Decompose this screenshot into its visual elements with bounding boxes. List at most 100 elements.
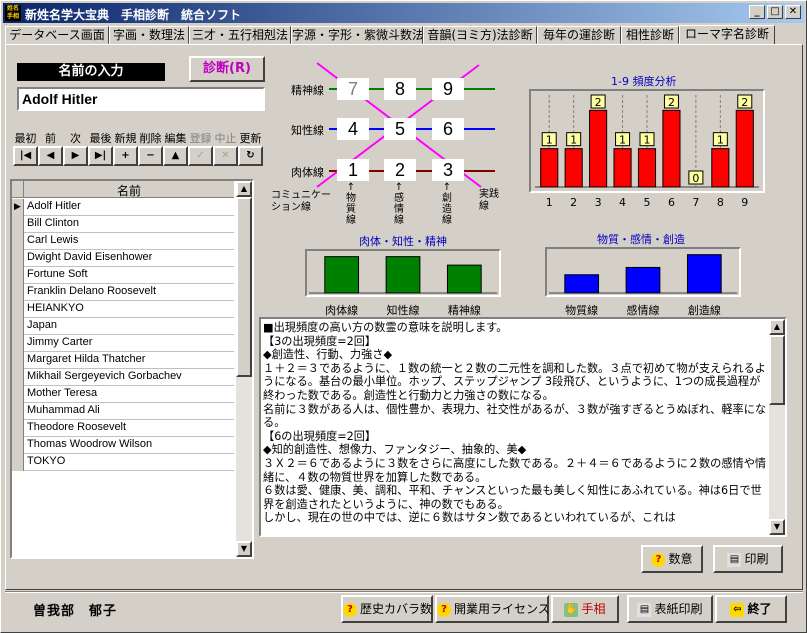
list-item-label: HEIANKYO — [27, 302, 84, 314]
tab-database[interactable]: データベース画面 — [5, 26, 109, 44]
bar — [711, 148, 730, 188]
list-item[interactable]: Fortune Soft — [12, 267, 234, 284]
x-tick-label: 2 — [570, 196, 578, 209]
x-tick-label: 8 — [716, 196, 724, 209]
row-indicator — [12, 318, 24, 335]
cover-print-button[interactable]: ▤ 表紙印刷 — [627, 595, 713, 623]
diagnose-button[interactable]: 診断(R) — [189, 56, 265, 82]
text-line: ■出現頻度の高い方の数霊の意味を説明します。 — [263, 321, 508, 334]
new-record-button[interactable]: + — [113, 146, 138, 166]
list-item-label: Dwight David Eisenhower — [27, 251, 153, 263]
scroll-thumb[interactable] — [236, 197, 252, 377]
row-indicator — [12, 216, 24, 233]
list-scrollbar[interactable]: ▲ ▼ — [236, 181, 252, 557]
tab-sansai[interactable]: 三才・五行相剋法 — [189, 26, 291, 44]
freq-chart-plot: 1 1 2 1 1 2 0 1 2 — [535, 94, 759, 188]
list-item[interactable]: Theodore Roosevelt — [12, 420, 234, 437]
list-item[interactable]: Bill Clinton — [12, 216, 234, 233]
minimize-button[interactable]: _ — [749, 5, 765, 19]
row-indicator — [12, 403, 24, 420]
prev-record-button[interactable]: ◀ — [38, 146, 63, 166]
palm-button[interactable]: ✋ 手相 — [551, 595, 619, 623]
scroll-down-icon[interactable]: ▼ — [236, 541, 252, 557]
data-label: 1 — [619, 134, 626, 147]
list-item-label: Adolf Hitler — [27, 200, 81, 212]
list-item[interactable]: ▶ Adolf Hitler — [12, 199, 234, 216]
printer-icon: ▤ — [727, 552, 742, 567]
license-button[interactable]: ? 開業用ライセンス — [435, 595, 550, 623]
maximize-button[interactable]: □ — [767, 5, 783, 19]
palm-icon: ✋ — [564, 602, 579, 617]
tab-stroke[interactable]: 字画・数理法 — [109, 26, 189, 44]
nav-labels: 最初 前 次 最後 新規 削除 編集 登録 中止 更新 — [13, 130, 265, 146]
row-indicator — [12, 284, 24, 301]
meaning-text-area[interactable]: ■出現頻度の高い方の数霊の意味を説明します。 【3の出現頻度=2回】 ◆創造性、… — [259, 317, 787, 537]
bar — [735, 109, 754, 188]
grid-cell-5: 5 — [384, 118, 416, 140]
tab-romaji[interactable]: ローマ字名診断 — [679, 25, 775, 45]
list-item[interactable]: TOKYO — [12, 454, 234, 471]
tab-jigen[interactable]: 字源・字形・紫微斗数法 — [291, 26, 423, 44]
list-item[interactable]: Mother Teresa — [12, 386, 234, 403]
list-item[interactable]: Jimmy Carter — [12, 335, 234, 352]
grid-cell-9: 9 — [432, 78, 464, 100]
last-record-button[interactable]: ▶| — [88, 146, 113, 166]
list-item[interactable]: HEIANKYO — [12, 301, 234, 318]
x-tick-label: 4 — [619, 196, 627, 209]
freq-chart-title: 1-9 頻度分析 — [611, 75, 677, 88]
help-icon: ? — [437, 602, 451, 617]
register-record-button[interactable]: ✓ — [188, 146, 213, 166]
print-button[interactable]: ▤ 印刷 — [713, 545, 783, 573]
name-input-label: 名前の入力 — [17, 63, 165, 81]
meaning-text: ■出現頻度の高い方の数霊の意味を説明します。 【3の出現頻度=2回】 ◆創造性、… — [263, 321, 767, 533]
bar — [564, 148, 583, 188]
list-item[interactable]: Mikhail Sergeyevich Gorbachev — [12, 369, 234, 386]
name-input[interactable]: Adolf Hitler — [17, 87, 265, 111]
list-item[interactable]: Franklin Delano Roosevelt — [12, 284, 234, 301]
data-label: 2 — [668, 96, 675, 109]
history-kabbalah-button[interactable]: ? 歴史カバラ数 — [341, 595, 433, 623]
list-item-label: Margaret Hilda Thatcher — [27, 353, 146, 365]
tab-yearly[interactable]: 毎年の運診断 — [537, 26, 621, 44]
refresh-record-button[interactable]: ↻ — [238, 146, 263, 166]
list-item-label: Japan — [27, 319, 57, 331]
list-item[interactable]: Thomas Woodrow Wilson — [12, 437, 234, 454]
x-tick-label: 物質線 — [565, 304, 599, 317]
list-item[interactable]: Carl Lewis — [12, 233, 234, 250]
palm-button-label: 手相 — [581, 602, 606, 616]
list-item[interactable]: Dwight David Eisenhower — [12, 250, 234, 267]
exit-button[interactable]: ⇦ 終了 — [715, 595, 787, 623]
close-button[interactable]: ✕ — [785, 5, 801, 19]
row-indicator — [12, 352, 24, 369]
material-chart-x-axis: 物質線 感情線 創造線 — [545, 302, 741, 317]
data-label: 1 — [546, 134, 553, 147]
cancel-record-button[interactable]: ✕ — [213, 146, 238, 166]
delete-record-button[interactable]: − — [138, 146, 163, 166]
next-record-button[interactable]: ▶ — [63, 146, 88, 166]
nav-label-register: 登録 — [189, 132, 212, 145]
list-item[interactable]: Margaret Hilda Thatcher — [12, 352, 234, 369]
tab-compat[interactable]: 相性診断 — [621, 26, 679, 44]
help-icon: ? — [651, 552, 666, 567]
edit-record-button[interactable]: ▲ — [163, 146, 188, 166]
first-record-button[interactable]: |◀ — [13, 146, 38, 166]
tab-onin[interactable]: 音韻(ヨミ方)法診断 — [423, 26, 537, 44]
meaning-button[interactable]: ? 数意 — [641, 545, 703, 573]
data-label: 2 — [595, 96, 602, 109]
text-scroll-thumb[interactable] — [769, 335, 785, 405]
meaning-button-label: 数意 — [668, 552, 693, 566]
number-grid: 精神線 知性線 肉体線 7 8 9 4 5 6 1 2 3 コミュニケーション線… — [269, 59, 519, 226]
license-button-label: 開業用ライセンス — [454, 602, 550, 616]
list-item-label: Thomas Woodrow Wilson — [27, 438, 153, 450]
intellect-line-label: 知性線 — [291, 124, 324, 137]
list-item[interactable]: Muhammad Ali — [12, 403, 234, 420]
grid-cell-8: 8 — [384, 78, 416, 100]
scroll-up-icon[interactable]: ▲ — [236, 181, 252, 197]
text-scroll-down-icon[interactable]: ▼ — [769, 519, 785, 535]
text-scrollbar[interactable]: ▲ ▼ — [769, 319, 785, 535]
name-list[interactable]: 名前 ▶ Adolf Hitler Bill Clinton Carl Lewis Dw… — [10, 179, 254, 559]
list-item[interactable]: Japan — [12, 318, 234, 335]
list-item-label: Muhammad Ali — [27, 404, 100, 416]
text-scroll-up-icon[interactable]: ▲ — [769, 319, 785, 335]
x-tick-label: 7 — [692, 196, 700, 209]
